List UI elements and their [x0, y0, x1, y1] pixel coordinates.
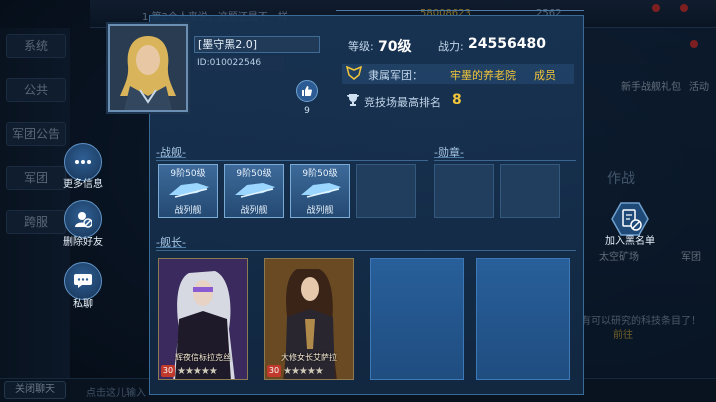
- medal-slot-2[interactable]: [500, 164, 560, 218]
- ship-slot-3[interactable]: 9阶50级 战列舰: [290, 164, 350, 218]
- battleship-icon: [169, 183, 209, 198]
- ship-tier: 9阶50级: [170, 169, 206, 179]
- divider: [434, 160, 576, 161]
- level-label: 等级:: [348, 40, 374, 53]
- remove-user-icon: [75, 212, 92, 228]
- blacklist-label: 加入黑名单: [605, 236, 655, 247]
- ship-slot-empty[interactable]: [356, 164, 416, 218]
- avatar-portrait: [110, 26, 186, 110]
- chat-bubble-icon: [74, 274, 92, 288]
- medal-slot-1[interactable]: [434, 164, 494, 218]
- ship-slot-2[interactable]: 9阶50级 战列舰: [224, 164, 284, 218]
- power-value: 24556480: [468, 36, 546, 52]
- captain-card-2[interactable]: 大修女长艾萨拉 30 ★★★★★: [264, 258, 354, 380]
- ships-section-title: -战舰-: [156, 146, 186, 159]
- level-value: 70级: [378, 39, 412, 55]
- captain-slot-empty[interactable]: [476, 258, 570, 380]
- divider: [336, 10, 584, 11]
- divider: [156, 250, 576, 251]
- legion-icon: [346, 66, 362, 80]
- player-name: [墨守黑2.0]: [194, 36, 320, 53]
- ship-type: 战列舰: [306, 206, 334, 216]
- player-id: ID:010022546: [194, 56, 284, 71]
- captain-level-badge: 30: [161, 365, 175, 377]
- ship-type: 战列舰: [240, 206, 268, 216]
- captain-name: 辉夜信标拉克丝: [175, 353, 231, 362]
- captain-stars: ★★★★★: [177, 366, 218, 377]
- ship-tier: 9阶50级: [236, 169, 272, 179]
- more-dots-icon: [75, 160, 91, 164]
- captains-section-title: -舰长-: [156, 236, 186, 249]
- captain-name: 大修女长艾萨拉: [281, 353, 337, 362]
- ship-slot-1[interactable]: 9阶50级 战列舰: [158, 164, 218, 218]
- remove-friend-label: 删除好友: [63, 237, 103, 248]
- battleship-icon: [235, 183, 275, 198]
- thumbs-up-icon: [302, 86, 312, 96]
- private-chat-label: 私聊: [73, 299, 93, 310]
- blacklist-icon: [611, 202, 649, 236]
- like-button[interactable]: [296, 80, 318, 102]
- captain-card-1[interactable]: 辉夜信标拉克丝 30 ★★★★★: [158, 258, 248, 380]
- battleship-icon: [301, 183, 341, 198]
- captain-slot-empty[interactable]: [370, 258, 464, 380]
- legion-role: 成员: [534, 69, 556, 82]
- ship-type: 战列舰: [174, 206, 202, 216]
- divider: [156, 160, 428, 161]
- ship-tier: 9阶50级: [302, 169, 338, 179]
- legion-name[interactable]: 牢墨的养老院: [450, 67, 516, 83]
- blacklist-button[interactable]: [611, 202, 649, 236]
- medals-section-title: -勋章-: [434, 146, 464, 159]
- trophy-icon: [347, 94, 359, 106]
- avatar: [108, 24, 188, 112]
- arena-label: 竞技场最高排名: [364, 96, 441, 109]
- arena-rank: 8: [452, 92, 462, 108]
- captain-stars: ★★★★★: [283, 366, 324, 377]
- like-count: 9: [304, 106, 310, 116]
- captain-level-badge: 30: [267, 365, 281, 377]
- power-label: 战力:: [438, 40, 464, 53]
- more-info-label: 更多信息: [63, 179, 103, 190]
- legion-label: 隶属军团：: [368, 69, 423, 82]
